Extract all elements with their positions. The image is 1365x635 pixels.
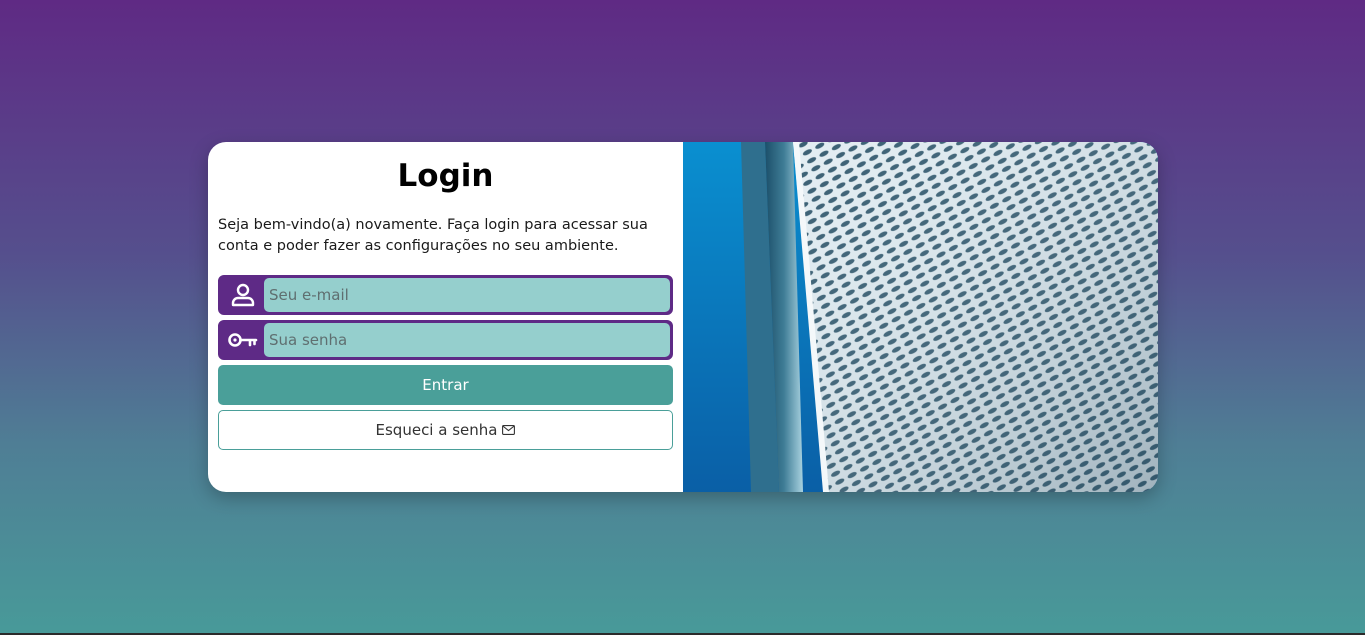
envelope-icon	[502, 421, 516, 439]
password-input[interactable]	[264, 323, 670, 357]
key-icon	[221, 323, 264, 357]
forgot-password-label: Esqueci a senha	[375, 421, 498, 439]
login-card: Login Seja bem-vindo(a) novamente. Faça …	[208, 142, 1158, 492]
user-icon	[221, 278, 264, 312]
intro-text: Seja bem-vindo(a) novamente. Faça login …	[218, 217, 648, 254]
login-button[interactable]: Entrar	[218, 365, 673, 405]
building-facade-image	[683, 142, 1158, 492]
password-field-group	[218, 320, 673, 360]
email-input[interactable]	[264, 278, 670, 312]
login-panel: Login Seja bem-vindo(a) novamente. Faça …	[208, 142, 683, 492]
forgot-password-button[interactable]: Esqueci a senha	[218, 410, 673, 450]
email-field-group	[218, 275, 673, 315]
page-title: Login	[397, 158, 494, 194]
